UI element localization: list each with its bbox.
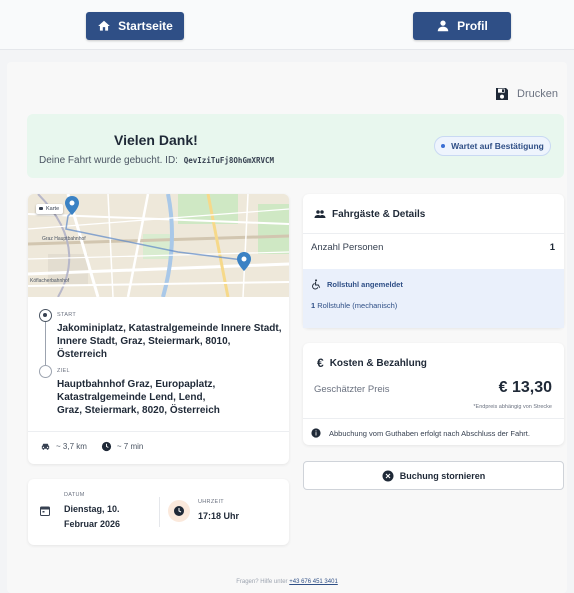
time-icon-bg (168, 500, 190, 522)
passengers-title: Fahrgäste & Details (314, 208, 425, 220)
booking-id: QevIziTuFj8OhGmXRVCM (183, 156, 275, 165)
date-value: Dienstag, 10. Februar 2026 (64, 504, 121, 529)
user-icon (437, 20, 449, 32)
users-icon (314, 210, 326, 218)
price-value: € 13,30 (498, 379, 552, 396)
passengers-title-text: Fahrgäste & Details (332, 208, 426, 220)
time-tag: UHRZEIT (198, 499, 224, 505)
duration-value: ~ 7 min (116, 442, 144, 451)
support-phone-link[interactable]: +43 676 451 3401 (289, 579, 338, 585)
map-label: Graz Hauptbahnhof (42, 236, 86, 242)
clock-icon (174, 506, 184, 516)
divider (303, 233, 564, 234)
footer-text: Fragen? Hilfe unter (236, 579, 288, 585)
divider (159, 497, 160, 527)
divider (28, 431, 289, 432)
wheelchair-type: Rollstuhle (mechanisch) (317, 301, 398, 310)
wheelchair-title-text: Rollstuhl angemeldet (327, 280, 403, 289)
payment-info-text: Abbuchung vom Guthaben erfolgt nach Absc… (329, 428, 530, 438)
confirmation-text: Deine Fahrt wurde gebucht. ID: (39, 155, 178, 166)
persons-label: Anzahl Personen (311, 242, 384, 253)
wheelchair-icon (312, 279, 321, 290)
payment-info: Abbuchung vom Guthaben erfolgt nach Absc… (311, 428, 530, 438)
home-button[interactable]: Startseite (86, 12, 184, 40)
persons-value: 1 (549, 242, 555, 253)
confirmation-subtitle: Deine Fahrt wurde gebucht. ID: QevIziTuF… (39, 155, 274, 166)
clock-icon (101, 441, 111, 452)
route-map[interactable]: Karte Graz Hauptbahnhof Köflacherbahnhof (28, 194, 289, 297)
footer: Fragen? Hilfe unter +43 676 451 3401 (0, 579, 574, 585)
home-button-label: Startseite (118, 19, 173, 33)
map-layer-toggle[interactable]: Karte (36, 204, 64, 214)
euro-icon: € (317, 356, 324, 370)
end-tag: ZIEL (57, 368, 70, 374)
date-tag: DATUM (64, 492, 85, 498)
route-meta: ~ 3,7 km ~ 7 min (40, 441, 143, 452)
costs-title: € Kosten & Bezahlung (317, 356, 427, 370)
car-icon (41, 443, 50, 450)
wheelchair-box (303, 269, 564, 328)
start-address: Jakominiplatz, Katastralgemeinde Innere … (57, 323, 282, 360)
home-icon (98, 20, 110, 31)
cancel-booking-label: Buchung stornieren (399, 470, 486, 481)
print-label: Drucken (517, 88, 558, 100)
calendar-icon (40, 506, 50, 516)
profile-button[interactable]: Profil (413, 12, 511, 40)
status-text: Wartet auf Bestätigung (451, 141, 544, 151)
map-label: Köflacherbahnhof (30, 278, 70, 284)
start-marker-icon (39, 309, 52, 322)
end-marker-icon (39, 365, 52, 378)
profile-button-label: Profil (457, 19, 488, 33)
close-circle-icon (382, 470, 394, 481)
route-timeline (45, 321, 46, 365)
wheelchair-detail: 1 Rollstuhle (mechanisch) (311, 301, 397, 310)
info-icon (311, 428, 321, 438)
print-button[interactable]: Drucken (494, 86, 558, 102)
status-badge: Wartet auf Bestätigung (434, 136, 551, 156)
confirmation-title: Vielen Dank! (114, 132, 198, 148)
top-navigation: Startseite Profil (0, 0, 574, 50)
save-icon (496, 88, 509, 100)
cancel-booking-button[interactable]: Buchung stornieren (303, 461, 564, 490)
end-address: Hauptbahnhof Graz, Europaplatz, Katastra… (57, 379, 220, 416)
divider (303, 418, 564, 419)
status-dot-icon (441, 144, 446, 148)
start-tag: START (57, 312, 77, 318)
wheelchair-count: 1 (311, 301, 316, 310)
wheelchair-title: Rollstuhl angemeldet (311, 279, 403, 290)
distance-value: ~ 3,7 km (56, 442, 87, 451)
costs-title-text: Kosten & Bezahlung (329, 357, 427, 369)
time-value: 17:18 Uhr (198, 511, 240, 521)
price-label: Geschätzter Preis (314, 384, 390, 395)
price-note: *Endpreis abhängig von Strecke (473, 404, 552, 410)
